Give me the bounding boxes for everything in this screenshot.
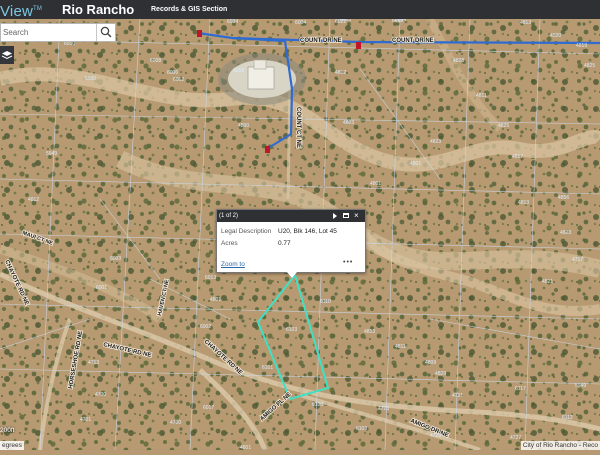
more-options-icon[interactable]: ••• bbox=[343, 259, 353, 266]
parcel-number-label: 6005 bbox=[340, 19, 351, 23]
parcel-number-label: 4829 bbox=[435, 371, 446, 377]
parcel-number-label: 6034 bbox=[227, 19, 238, 25]
coordinates-readout: egrees bbox=[0, 441, 24, 450]
parcel-number-label: 4820 bbox=[550, 33, 561, 39]
parcel-number-label: 4856 bbox=[558, 195, 569, 201]
parcel-number-label: 4811 bbox=[395, 344, 406, 350]
trademark-mark: TM bbox=[33, 6, 43, 12]
parcel-number-label: 4813 bbox=[364, 329, 375, 335]
parcel-number-label: 6013 bbox=[392, 19, 403, 24]
parcel-number-label: 4803 bbox=[343, 120, 354, 126]
app-logo[interactable]: ViewTM bbox=[0, 0, 43, 20]
field-value-legal-description: U20, Blk 146, Lot 45 bbox=[278, 228, 337, 235]
scale-label: 200ft bbox=[0, 427, 15, 434]
street-label: COUNT DR NE bbox=[300, 38, 342, 44]
parcel-number-label: 4825 bbox=[498, 123, 509, 129]
parcel-number-label: 4801 bbox=[370, 181, 381, 187]
parcel-number-label: 5930 bbox=[85, 76, 96, 82]
field-value-acres: 0.77 bbox=[278, 240, 291, 247]
city-title: Rio Rancho bbox=[62, 2, 135, 17]
parcel-number-label: 4700 bbox=[170, 420, 181, 426]
parcel-number-label: 4823 bbox=[430, 139, 441, 145]
parcel-number-label: 4721 bbox=[452, 393, 463, 399]
close-icon[interactable]: × bbox=[354, 210, 359, 222]
layers-icon bbox=[1, 51, 13, 60]
parcel-number-label: 4801 bbox=[240, 445, 251, 450]
parcel-number-label: 4823 bbox=[560, 230, 571, 236]
marker-icon bbox=[356, 42, 361, 49]
parcel-number-label: 6117 bbox=[515, 386, 526, 392]
marker-icon bbox=[265, 146, 270, 153]
parcel-number-label: 4821 bbox=[542, 279, 553, 285]
search-button[interactable] bbox=[96, 24, 115, 41]
search-input[interactable] bbox=[1, 24, 95, 41]
parcel-number-label: 6004 bbox=[295, 20, 306, 26]
search-icon bbox=[100, 26, 112, 38]
parcel-number-label: 6100 bbox=[312, 402, 323, 408]
parcel-number-label: 4800 bbox=[238, 123, 249, 129]
parcel-number-label: 6012 bbox=[173, 77, 184, 83]
marker-icon bbox=[197, 30, 202, 37]
layers-button[interactable] bbox=[0, 46, 14, 64]
parcel-number-label: 6038 bbox=[150, 58, 161, 64]
zoom-to-link[interactable]: Zoom to bbox=[221, 261, 245, 268]
parcel-number-label: 4700 bbox=[95, 392, 106, 398]
parcel-number-label: 6003 bbox=[110, 256, 121, 262]
parcel-number-label: 6016 bbox=[233, 68, 244, 74]
street-label: COUNT CT NE bbox=[295, 107, 301, 148]
parcel-number-label: 4727 bbox=[510, 435, 521, 441]
parcel-number-label: 4811 bbox=[476, 93, 487, 99]
parcel-number-label: 4813 bbox=[520, 20, 531, 26]
parcel-number-label: 4801 bbox=[410, 161, 421, 167]
parcel-number-label: 5949 bbox=[575, 383, 586, 389]
popup-count: (1 of 2) bbox=[219, 213, 239, 219]
maximize-icon[interactable] bbox=[343, 213, 349, 218]
popup-pointer bbox=[287, 272, 297, 278]
parcel-number-label: 6112 bbox=[562, 415, 573, 421]
parcel-number-label: 6110 bbox=[320, 299, 331, 305]
street-label: COUNT DR NE bbox=[392, 38, 434, 44]
parcel-number-label: 4828 bbox=[453, 58, 464, 64]
parcel-number-label: 4801 bbox=[210, 297, 221, 303]
field-label-legal-description: Legal Description bbox=[221, 228, 272, 235]
popup-header: (1 of 2) × bbox=[217, 210, 365, 222]
parcel-number-label: 6002 bbox=[200, 324, 211, 330]
parcel-number-label: 4812 bbox=[28, 197, 39, 203]
parcel-number-label: 5949 bbox=[46, 151, 57, 157]
parcel-number-label: 6001 bbox=[96, 285, 107, 291]
parcel-number-label: 6006 bbox=[167, 70, 178, 76]
parcel-number-label: 4729 bbox=[430, 433, 441, 439]
parcel-number-label: 6103 bbox=[356, 426, 367, 432]
parcel-number-label: 6103 bbox=[286, 327, 297, 333]
map-attribution: City of Rio Rancho - Reco bbox=[520, 441, 600, 450]
parcel-number-label: 6017 bbox=[203, 405, 214, 411]
parcel-number-label: 6101 bbox=[262, 365, 273, 371]
app-header: ViewTM Rio Rancho Records & GIS Section bbox=[0, 0, 600, 20]
parcel-number-label: 4817 bbox=[512, 154, 523, 160]
parcel-number-label: 4717 bbox=[572, 257, 583, 263]
parcel-number-label: 6013 bbox=[205, 275, 216, 281]
parcel-number-label: 4825 bbox=[584, 63, 595, 69]
logo-text: View bbox=[0, 3, 34, 20]
parcel-number-label: 4701 bbox=[80, 417, 91, 423]
search-bar bbox=[0, 23, 116, 42]
parcel-number-label: 4723 bbox=[378, 406, 389, 412]
feature-popup: (1 of 2) × Legal Description U20, Blk 14… bbox=[216, 209, 366, 278]
parcel-number-label: 4809 bbox=[425, 360, 436, 366]
next-feature-icon[interactable] bbox=[333, 213, 337, 219]
parcel-number-label: 4812 bbox=[335, 70, 346, 76]
parcel-number-label: 4713 bbox=[88, 360, 99, 366]
parcel-number-label: 4813 bbox=[518, 200, 529, 206]
parcel-number-label: 4819 bbox=[576, 43, 587, 49]
records-gis-link[interactable]: Records & GIS Section bbox=[151, 0, 227, 19]
field-label-acres: Acres bbox=[221, 240, 238, 247]
